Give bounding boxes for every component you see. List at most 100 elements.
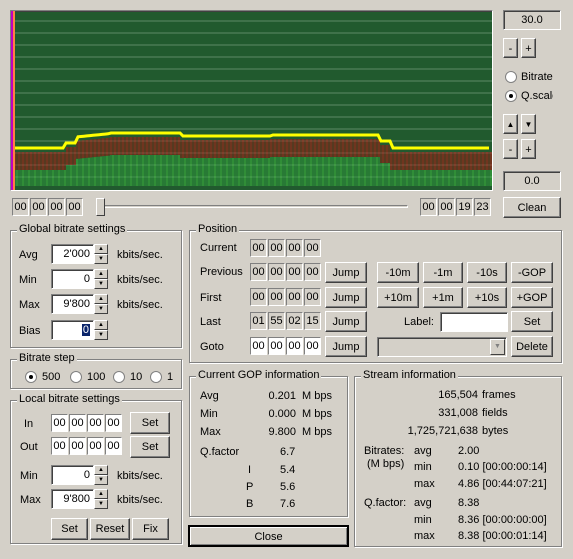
plus-gop-button[interactable]: +GOP — [511, 287, 553, 308]
local-min-field[interactable]: 0 — [51, 465, 94, 485]
down-button[interactable]: ▼ — [521, 114, 536, 134]
offset-plus-button[interactable]: + — [521, 139, 536, 159]
close-button[interactable]: Close — [188, 525, 349, 547]
bitrate-graph[interactable] — [10, 10, 493, 191]
plus-1m-button[interactable]: +1m — [423, 287, 463, 308]
bitrate-radio[interactable] — [505, 71, 517, 83]
global-bias-value: 0 — [81, 324, 90, 336]
minus-gop-button[interactable]: -GOP — [511, 262, 553, 283]
global-avg-field[interactable]: 2'000 — [51, 244, 94, 264]
gop-b-value: 7.6 — [280, 498, 296, 510]
minus-10s-button[interactable]: -10s — [467, 262, 507, 283]
label-set-button[interactable]: Set — [511, 311, 553, 332]
global-max-spin[interactable]: 9'800 ▲ ▼ — [51, 294, 108, 314]
up-button[interactable]: ▲ — [503, 114, 518, 134]
minus-10m-button[interactable]: -10m — [377, 262, 419, 283]
previous-jump-button[interactable]: Jump — [325, 262, 367, 283]
global-bias-arrows[interactable]: ▲ ▼ — [94, 320, 108, 340]
local-out-m[interactable]: 00 — [69, 437, 86, 455]
plus-10m-button[interactable]: +10m — [377, 287, 419, 308]
gop-avg-value: 0.201 — [268, 390, 296, 402]
timeline-end-h: 00 — [420, 198, 437, 216]
stream-title: Stream information — [361, 369, 458, 381]
first-jump-button[interactable]: Jump — [325, 287, 367, 308]
timeline-start-m: 00 — [30, 198, 47, 216]
gop-b-label: B — [246, 498, 254, 510]
label-input[interactable] — [440, 312, 508, 332]
global-avg-spin[interactable]: 2'000 ▲ ▼ — [51, 244, 108, 264]
timeline-end-f: 23 — [474, 198, 491, 216]
timeline-slider[interactable] — [92, 198, 412, 216]
local-in-f[interactable]: 00 — [105, 414, 122, 432]
label-dropdown[interactable]: ▼ — [377, 337, 507, 357]
plus-10s-button[interactable]: +10s — [467, 287, 507, 308]
local-reset-button[interactable]: Reset — [90, 518, 130, 540]
local-set-button[interactable]: Set — [51, 518, 88, 540]
local-in-set-button[interactable]: Set — [130, 412, 170, 434]
global-bias-spin[interactable]: 0 ▲ ▼ — [51, 320, 108, 340]
bitrate-step-title: Bitrate step — [17, 352, 77, 364]
last-h: 01 — [250, 312, 267, 330]
dropdown-arrow-icon[interactable]: ▼ — [490, 339, 505, 355]
step-100-radio[interactable] — [70, 371, 82, 383]
delete-button[interactable]: Delete — [511, 336, 553, 357]
first-m: 00 — [268, 288, 285, 306]
goto-s[interactable]: 00 — [286, 337, 303, 355]
local-fix-button[interactable]: Fix — [132, 518, 169, 540]
goto-jump-button[interactable]: Jump — [325, 336, 367, 357]
stream-qf-label: Q.factor: — [364, 497, 407, 509]
local-min-spin[interactable]: 0 ▲ ▼ — [51, 465, 108, 485]
local-in-s[interactable]: 00 — [87, 414, 104, 432]
current-h: 00 — [250, 239, 267, 257]
local-max-arrows[interactable]: ▲ ▼ — [94, 489, 108, 509]
first-s: 00 — [286, 288, 303, 306]
global-max-label: Max — [19, 299, 40, 311]
scale-value-text: 30.0 — [521, 14, 543, 26]
global-avg-label: Avg — [19, 249, 38, 261]
stream-bitrates-label: Bitrates: — [364, 445, 405, 457]
step-10-radio[interactable] — [113, 371, 125, 383]
local-out-label: Out — [20, 441, 38, 453]
step-1-radio[interactable] — [150, 371, 162, 383]
local-out-h[interactable]: 00 — [51, 437, 68, 455]
gop-avg-unit: M bps — [302, 390, 332, 402]
stream-qf-min-value: 8.36 [00:00:00:00] — [458, 514, 547, 526]
qscale-radio[interactable] — [505, 90, 517, 102]
stream-fields-value: 331,008 — [438, 407, 478, 419]
global-max-field[interactable]: 9'800 — [51, 294, 94, 314]
step-500-radio[interactable] — [25, 371, 37, 383]
position-first-label: First — [200, 292, 222, 304]
local-out-s[interactable]: 00 — [87, 437, 104, 455]
first-h: 00 — [250, 288, 267, 306]
slider-thumb[interactable] — [96, 198, 105, 216]
global-min-arrows[interactable]: ▲ ▼ — [94, 269, 108, 289]
clean-button[interactable]: Clean — [503, 197, 561, 218]
local-in-m[interactable]: 00 — [69, 414, 86, 432]
local-out-f[interactable]: 00 — [105, 437, 122, 455]
scale-plus-button[interactable]: + — [521, 38, 536, 58]
goto-m[interactable]: 00 — [268, 337, 285, 355]
global-min-spin[interactable]: 0 ▲ ▼ — [51, 269, 108, 289]
global-max-arrows[interactable]: ▲ ▼ — [94, 294, 108, 314]
scale-minus-button[interactable]: - — [503, 38, 518, 58]
global-min-field[interactable]: 0 — [51, 269, 94, 289]
position-last-label: Last — [200, 316, 221, 328]
goto-h[interactable]: 00 — [250, 337, 267, 355]
step-500-label: 500 — [42, 371, 61, 383]
global-bias-field[interactable]: 0 — [51, 320, 94, 340]
local-in-h[interactable]: 00 — [51, 414, 68, 432]
slider-track — [96, 205, 408, 208]
stream-br-min-value: 0.10 [00:00:00:14] — [458, 461, 547, 473]
global-avg-arrows[interactable]: ▲ ▼ — [94, 244, 108, 264]
qscale-radio-label: Q.scale — [521, 90, 553, 102]
local-out-set-button[interactable]: Set — [130, 436, 170, 458]
timeline-end-m: 00 — [438, 198, 455, 216]
minus-1m-button[interactable]: -1m — [423, 262, 463, 283]
goto-f[interactable]: 00 — [304, 337, 321, 355]
local-max-field[interactable]: 9'800 — [51, 489, 94, 509]
offset-minus-button[interactable]: - — [503, 139, 518, 159]
gop-title: Current GOP information — [196, 369, 322, 381]
local-max-spin[interactable]: 9'800 ▲ ▼ — [51, 489, 108, 509]
local-min-arrows[interactable]: ▲ ▼ — [94, 465, 108, 485]
last-jump-button[interactable]: Jump — [325, 311, 367, 332]
